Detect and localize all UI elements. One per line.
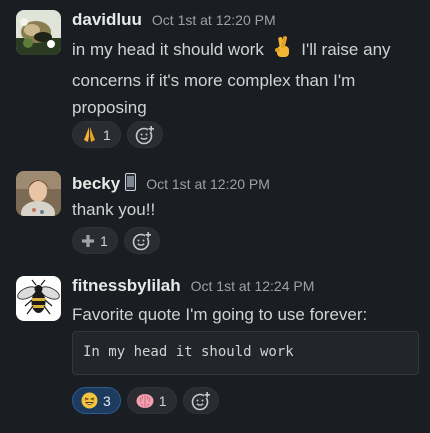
laughing-icon — [81, 392, 98, 409]
author-name[interactable]: fitnessbylilah — [72, 276, 181, 296]
add-reaction-button[interactable] — [126, 121, 163, 148]
author-name[interactable]: davidluu — [72, 10, 142, 30]
reactions-bar: 3 1 — [72, 387, 219, 414]
reaction-brain[interactable]: 1 — [126, 387, 177, 414]
reaction-heavy-plus-sign[interactable]: 1 — [72, 227, 118, 254]
message-text-part1: in my head it should work — [72, 40, 264, 59]
add-reaction-icon — [135, 125, 155, 145]
add-reaction-button[interactable] — [182, 387, 219, 414]
reaction-count: 3 — [103, 392, 111, 409]
timestamp[interactable]: Oct 1st at 12:20 PM — [146, 176, 270, 192]
code-block: In my head it should work — [72, 331, 419, 375]
reaction-count: 1 — [158, 392, 167, 409]
avatar-fitnessbylilah[interactable] — [16, 276, 61, 321]
reaction-laughing[interactable]: 3 — [72, 387, 121, 414]
timestamp[interactable]: Oct 1st at 12:20 PM — [152, 12, 276, 28]
timestamp[interactable]: Oct 1st at 12:24 PM — [191, 278, 315, 294]
heavy-plus-sign-icon — [81, 234, 95, 248]
crossed-fingers-icon — [272, 35, 294, 67]
add-reaction-button[interactable] — [123, 227, 160, 254]
folded-hands-icon — [81, 126, 98, 143]
author-name[interactable]: becky — [72, 174, 120, 194]
message-text: Favorite quote I'm going to use forever: — [72, 305, 368, 324]
reaction-count: 1 — [103, 126, 111, 143]
reaction-count: 1 — [100, 232, 108, 249]
message-text: in my head it should work I'll raise any… — [72, 35, 422, 121]
message-header: davidluu Oct 1st at 12:20 PM — [72, 10, 276, 30]
message-header: fitnessbylilah Oct 1st at 12:24 PM — [72, 276, 314, 296]
add-reaction-icon — [132, 231, 152, 251]
avatar-davidluu[interactable] — [16, 10, 61, 55]
mobile-phone-icon — [125, 173, 137, 191]
reactions-bar: 1 — [72, 227, 160, 254]
message-header: becky Oct 1st at 12:20 PM — [72, 171, 270, 194]
add-reaction-icon — [191, 391, 211, 411]
message-text: thank you!! — [72, 200, 156, 219]
reactions-bar: 1 — [72, 121, 163, 148]
brain-icon — [136, 393, 154, 409]
avatar-becky[interactable] — [16, 171, 61, 216]
reaction-folded-hands[interactable]: 1 — [72, 121, 121, 148]
